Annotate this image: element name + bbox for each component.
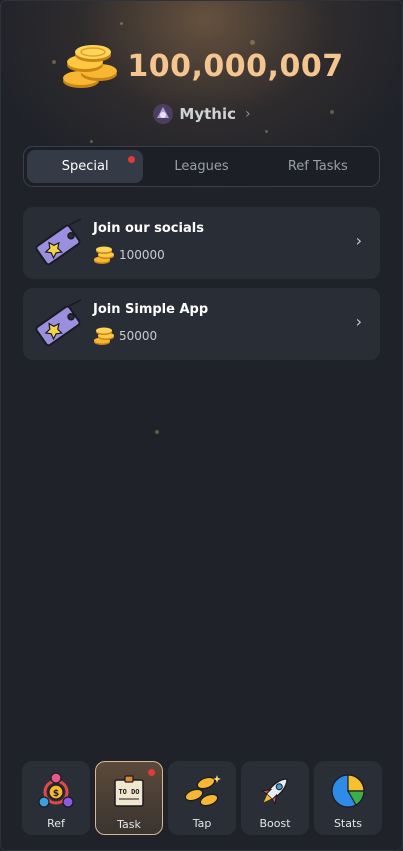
sparkle bbox=[155, 430, 159, 434]
sparkle bbox=[90, 140, 93, 143]
bottom-nav: $ Ref TO DO Task Tap Boost Stats bbox=[22, 761, 382, 835]
svg-text:TO DO: TO DO bbox=[118, 788, 139, 796]
league-label: Mythic bbox=[179, 105, 236, 123]
task-reward: 50000 bbox=[93, 326, 157, 346]
coins-tap-icon bbox=[184, 775, 221, 807]
tab-label: Ref Tasks bbox=[287, 159, 348, 174]
task-card-join-simple-app[interactable]: Join Simple App 50000 › bbox=[23, 288, 380, 360]
task-title: Join our socials bbox=[93, 221, 204, 236]
task-tabs: Special Leagues Ref Tasks bbox=[23, 146, 380, 187]
pie-chart-icon bbox=[331, 774, 365, 808]
tab-label: Special bbox=[61, 159, 109, 174]
todo-note-icon: TO DO bbox=[114, 775, 144, 807]
nav-item-boost[interactable]: Boost bbox=[241, 761, 309, 835]
sparkle bbox=[120, 22, 123, 25]
tab-special[interactable]: Special bbox=[27, 150, 144, 183]
nav-label: Ref bbox=[47, 817, 65, 830]
ticket-star-icon bbox=[35, 299, 82, 347]
task-reward-value: 50000 bbox=[119, 329, 158, 343]
task-reward-value: 100000 bbox=[119, 248, 165, 262]
chevron-right-icon: › bbox=[244, 106, 251, 122]
coin-stack-icon bbox=[94, 246, 114, 264]
tab-leagues[interactable]: Leagues bbox=[143, 150, 259, 183]
ticket-star-icon bbox=[35, 218, 82, 266]
balance-value: 100,000,007 bbox=[127, 48, 344, 84]
coin-stack-icon bbox=[63, 45, 118, 88]
nav-label: Task bbox=[117, 818, 141, 831]
task-title: Join Simple App bbox=[93, 302, 209, 317]
notification-dot bbox=[128, 156, 136, 163]
nav-label: Tap bbox=[192, 817, 212, 830]
task-card-join-socials[interactable]: Join our socials 100000 › bbox=[23, 207, 380, 279]
league-selector[interactable]: Mythic › bbox=[0, 100, 403, 128]
rocket-icon bbox=[260, 778, 288, 806]
coin-stack-icon bbox=[94, 327, 114, 345]
task-reward: 100000 bbox=[93, 245, 165, 265]
chevron-right-icon: › bbox=[355, 231, 362, 250]
mythic-league-icon bbox=[153, 104, 174, 124]
chevron-right-icon: › bbox=[355, 312, 362, 331]
tab-label: Leagues bbox=[174, 159, 229, 174]
nav-item-ref[interactable]: $ Ref bbox=[22, 761, 90, 835]
tab-ref-tasks[interactable]: Ref Tasks bbox=[260, 150, 376, 183]
referral-people-icon: $ bbox=[38, 772, 74, 808]
nav-item-tap[interactable]: Tap bbox=[168, 761, 236, 835]
sparkle bbox=[265, 130, 268, 133]
nav-item-stats[interactable]: Stats bbox=[314, 761, 382, 835]
nav-item-task[interactable]: TO DO Task bbox=[95, 761, 163, 835]
nav-label: Stats bbox=[333, 817, 363, 830]
nav-label: Boost bbox=[259, 817, 291, 830]
svg-text:$: $ bbox=[53, 789, 59, 799]
balance-display: 100,000,007 bbox=[0, 38, 403, 94]
notification-dot bbox=[148, 769, 155, 776]
